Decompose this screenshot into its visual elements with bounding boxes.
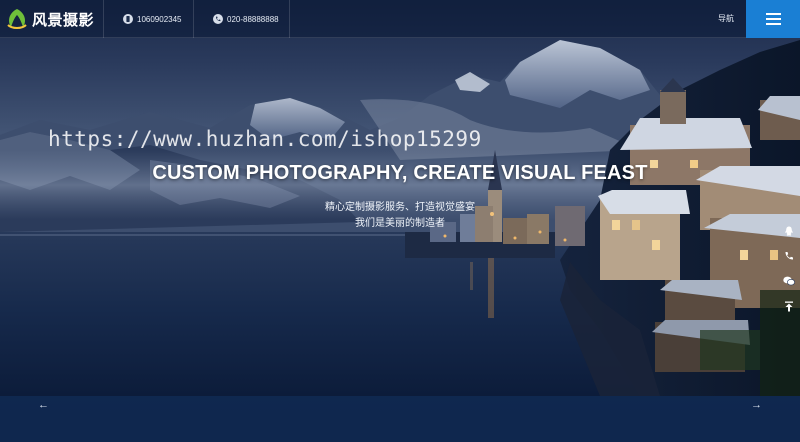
mobile-phone-icon xyxy=(123,14,133,24)
brand-logo[interactable]: 风景摄影 xyxy=(4,7,94,31)
qq-button[interactable] xyxy=(780,222,798,240)
mobile-contact: 1060902345 xyxy=(123,13,182,25)
mobile-number: 1060902345 xyxy=(137,14,182,24)
top-header: 风景摄影 1060902345 020-88888888 导航 xyxy=(0,0,800,38)
hero-headline: CUSTOM PHOTOGRAPHY, CREATE VISUAL FEAST xyxy=(152,162,648,184)
telephone-icon xyxy=(213,14,223,24)
divider xyxy=(193,0,194,38)
landline-number: 020-88888888 xyxy=(227,14,279,24)
brand-name: 风景摄影 xyxy=(32,10,95,29)
hamburger-menu-icon xyxy=(765,23,781,25)
hamburger-menu-icon xyxy=(765,13,781,15)
phone-icon xyxy=(785,252,793,260)
floating-contact-bar xyxy=(778,222,800,315)
hero-subline-2: 我们是美丽的制造者 xyxy=(355,218,445,229)
qq-icon xyxy=(785,226,793,236)
wechat-button[interactable] xyxy=(780,272,798,290)
back-to-top-button[interactable] xyxy=(780,297,798,315)
slider-bar xyxy=(0,396,800,442)
landline-contact: 020-88888888 xyxy=(213,13,279,25)
hamburger-menu-icon xyxy=(765,18,781,20)
divider xyxy=(289,0,290,38)
slider-prev-button[interactable]: ← xyxy=(38,399,49,411)
leaf-logo-icon xyxy=(7,9,27,29)
wechat-icon xyxy=(783,276,795,286)
phone-button[interactable] xyxy=(780,247,798,265)
slider-next-button[interactable]: → xyxy=(751,399,762,411)
watermark-url: https://www.huzhan.com/ishop15299 xyxy=(48,127,482,151)
hamburger-menu-button[interactable] xyxy=(746,0,800,38)
nav-label[interactable]: 导航 xyxy=(718,13,734,24)
hero-subline-1: 精心定制摄影服务、打造视觉盛宴 xyxy=(325,202,475,213)
divider xyxy=(103,0,104,38)
back-to-top-icon xyxy=(785,301,793,311)
